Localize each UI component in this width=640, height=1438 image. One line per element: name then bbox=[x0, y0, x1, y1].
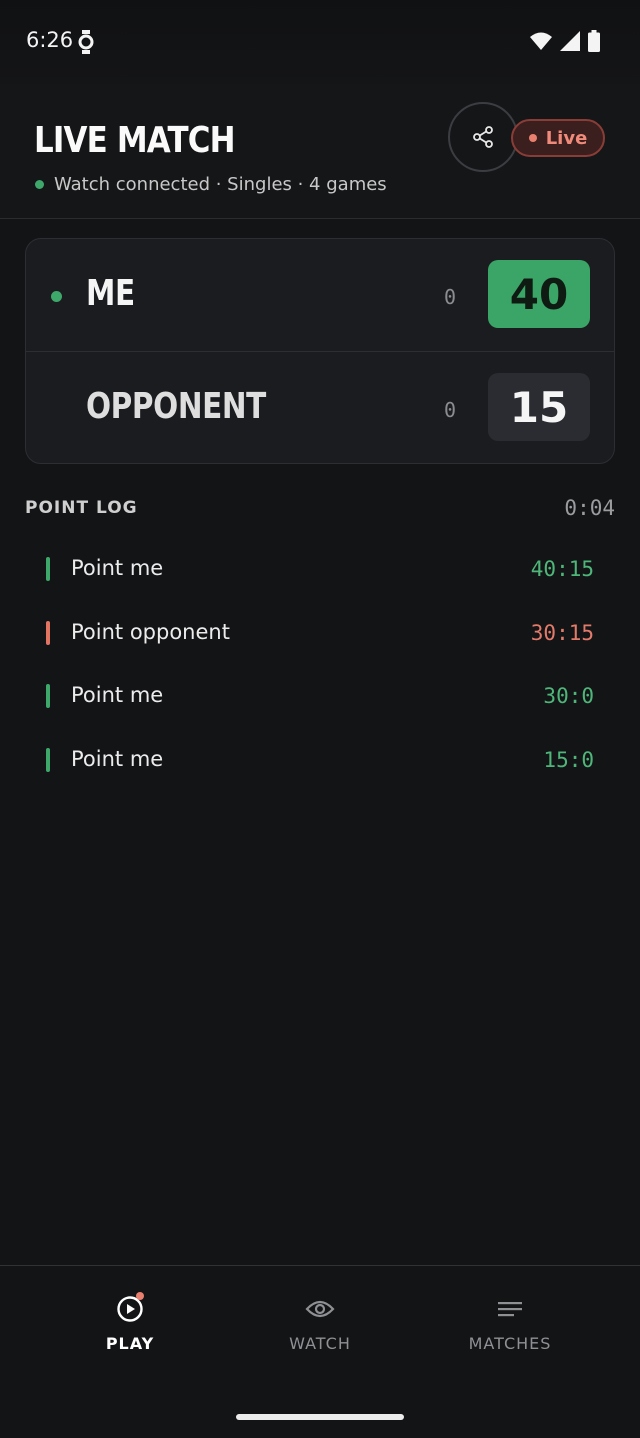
point-log-item: Point me 30:0 bbox=[46, 664, 594, 728]
side-marker bbox=[46, 557, 50, 581]
point-log-item: Point opponent 30:15 bbox=[46, 601, 594, 665]
bottom-navigation: PLAY WATCH MATCHES bbox=[0, 1265, 640, 1438]
player-name-me: ME bbox=[86, 273, 135, 314]
match-timer: 0:04 bbox=[564, 496, 615, 520]
player-name-opponent: OPPONENT bbox=[86, 386, 266, 427]
watch-icon bbox=[78, 30, 94, 58]
connected-indicator bbox=[35, 180, 44, 189]
points-me[interactable]: 40 bbox=[488, 260, 590, 328]
notification-dot bbox=[136, 1292, 144, 1300]
live-dot bbox=[528, 134, 537, 142]
point-log-title: POINT LOG bbox=[25, 498, 138, 518]
side-marker bbox=[46, 747, 50, 772]
point-label: Point opponent bbox=[71, 619, 230, 644]
score-row-opponent[interactable]: OPPONENT 0 15 bbox=[26, 352, 614, 463]
points-opponent[interactable]: 15 bbox=[488, 373, 590, 441]
point-label: Point me bbox=[71, 746, 164, 771]
status-bar: 6:26 bbox=[0, 0, 640, 84]
side-marker bbox=[46, 684, 50, 708]
point-log-header: POINT LOG 0:04 bbox=[25, 496, 615, 520]
home-indicator[interactable] bbox=[236, 1414, 404, 1420]
nav-label-matches: MATCHES bbox=[468, 1334, 552, 1353]
eye-icon bbox=[305, 1300, 335, 1318]
status-time: 6:26 bbox=[26, 28, 74, 52]
share-icon bbox=[473, 126, 493, 148]
share-button[interactable] bbox=[448, 102, 518, 172]
live-badge: Live bbox=[511, 119, 605, 157]
nav-tab-watch[interactable]: WATCH bbox=[240, 1292, 400, 1353]
serving-indicator bbox=[51, 291, 62, 302]
live-label: Live bbox=[545, 127, 588, 149]
point-score: 40:15 bbox=[530, 557, 594, 581]
list-icon bbox=[498, 1302, 522, 1317]
wifi-icon bbox=[530, 32, 552, 50]
games-opponent: 0 bbox=[444, 398, 457, 422]
nav-label-play: PLAY bbox=[105, 1334, 155, 1353]
point-log-list: Point me 40:15 Point opponent 30:15 Poin… bbox=[46, 537, 594, 791]
side-marker bbox=[46, 620, 50, 645]
point-log-item: Point me 15:0 bbox=[46, 728, 594, 792]
scoreboard: ME 0 40 OPPONENT 0 15 bbox=[25, 238, 615, 464]
point-score: 15:0 bbox=[543, 747, 594, 772]
point-score: 30:0 bbox=[543, 684, 594, 708]
score-row-me[interactable]: ME 0 40 bbox=[26, 239, 614, 352]
games-me: 0 bbox=[444, 285, 457, 309]
battery-icon bbox=[588, 30, 600, 52]
connection-status-text: Watch connected · Singles · 4 games bbox=[54, 174, 387, 195]
nav-tab-play[interactable]: PLAY bbox=[50, 1292, 210, 1353]
page-title: LIVE MATCH bbox=[34, 120, 236, 161]
point-label: Point me bbox=[71, 683, 164, 707]
signal-icon bbox=[560, 31, 580, 51]
point-label: Point me bbox=[71, 556, 164, 580]
nav-label-watch: WATCH bbox=[289, 1334, 351, 1353]
point-log-item: Point me 40:15 bbox=[46, 537, 594, 601]
connection-status: Watch connected · Singles · 4 games bbox=[35, 174, 387, 195]
point-score: 30:15 bbox=[530, 620, 594, 645]
nav-tab-matches[interactable]: MATCHES bbox=[430, 1292, 590, 1353]
